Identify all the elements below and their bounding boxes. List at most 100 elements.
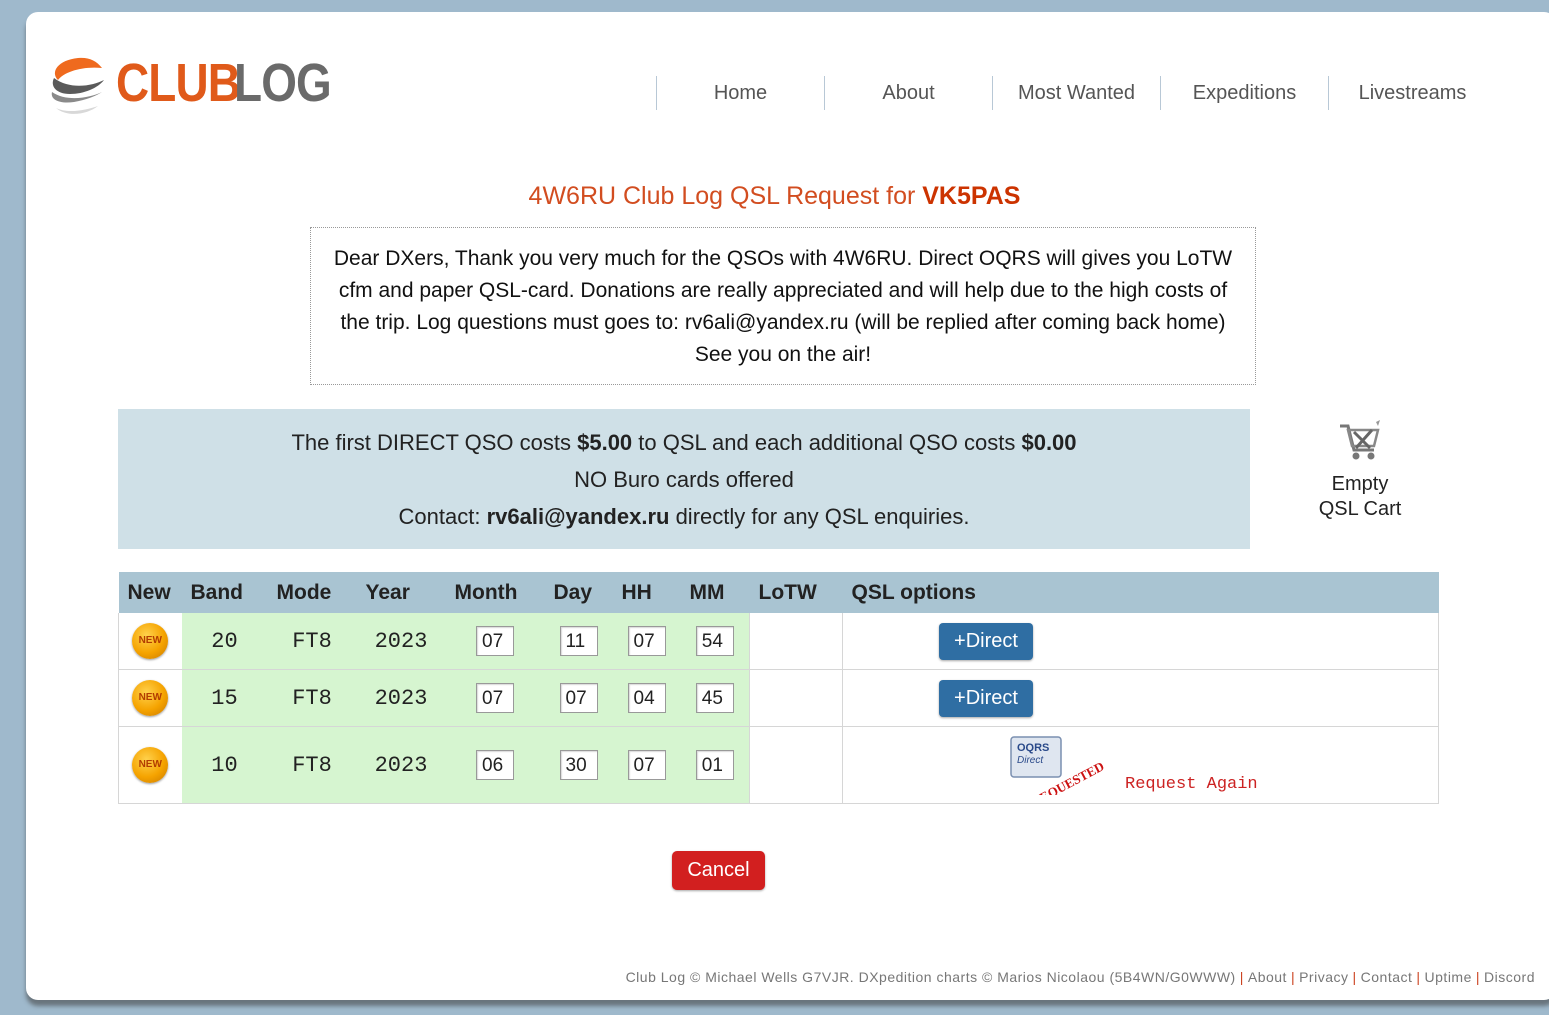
mm-field[interactable]: 45 (695, 683, 734, 713)
logo-text-club: CLUB (116, 53, 241, 113)
qsl-options-cell: OQRS Direct REQUESTED Request Again (842, 726, 1439, 804)
hh-field[interactable]: 04 (627, 683, 666, 713)
mode-cell: FT8 (267, 613, 357, 670)
day-cell: 11 (544, 613, 613, 670)
mm-cell: 54 (680, 613, 750, 670)
pricing-text-b: to QSL and each additional QSO costs (632, 430, 1022, 455)
col-year: Year (356, 572, 446, 613)
hh-field[interactable]: 07 (627, 626, 666, 656)
first-qso-cost: $5.00 (577, 430, 633, 455)
hh-cell: 04 (612, 669, 681, 727)
table-row: NEW 20 FT8 2023 07 11 07 54 +Direct (118, 613, 1439, 670)
hh-cell: 07 (612, 726, 681, 804)
svg-text:OQRS: OQRS (1017, 742, 1049, 754)
qsl-cart[interactable]: Empty QSL Cart (1300, 418, 1420, 522)
pricing-text-a: The first DIRECT QSO costs (291, 430, 578, 455)
clublog-logo[interactable]: CLUB LOG (48, 52, 348, 132)
mm-cell: 45 (680, 669, 750, 727)
day-cell: 07 (544, 669, 613, 727)
mode-cell: FT8 (267, 726, 357, 804)
add-direct-button[interactable]: +Direct (939, 622, 1033, 660)
nav-most-wanted[interactable]: Most Wanted (992, 76, 1160, 110)
svg-text:Direct: Direct (1017, 755, 1044, 766)
pricing-line-2: NO Buro cards offered (574, 467, 794, 492)
footer-link-discord[interactable]: Discord (1484, 969, 1535, 985)
contact-prefix: Contact: (398, 504, 487, 529)
col-band: Band (181, 572, 268, 613)
footer-link-privacy[interactable]: Privacy (1299, 969, 1348, 985)
mm-field[interactable]: 01 (695, 750, 734, 780)
band-cell: 10 (181, 726, 268, 804)
year-cell: 2023 (356, 613, 446, 670)
logo-swirl-icon (51, 57, 104, 114)
band-cell: 20 (181, 613, 268, 670)
qsl-options-cell: +Direct (842, 613, 1439, 670)
col-qsl-options: QSL options (842, 572, 1439, 613)
cart-label-2: QSL Cart (1318, 498, 1402, 520)
month-field[interactable]: 07 (476, 683, 514, 713)
table-row: NEW 10 FT8 2023 06 30 07 01 OQRS Direct … (118, 726, 1439, 804)
title-callsign: VK5PAS (922, 182, 1021, 210)
new-badge-icon: NEW (132, 747, 169, 783)
new-badge-icon: NEW (132, 623, 169, 659)
add-direct-button[interactable]: +Direct (939, 679, 1033, 717)
col-new: New (118, 572, 182, 613)
pricing-line-3: Contact: rv6ali@yandex.ru directly for a… (118, 498, 1250, 535)
dxpedition-notice: Dear DXers, Thank you very much for the … (310, 227, 1256, 385)
lotw-cell (749, 613, 843, 670)
hh-cell: 07 (612, 613, 681, 670)
request-again-link[interactable]: Request Again (1125, 775, 1258, 794)
col-mm: MM (680, 572, 750, 613)
nav-home[interactable]: Home (656, 76, 824, 110)
nav-about[interactable]: About (824, 76, 992, 110)
col-month: Month (445, 572, 545, 613)
new-cell: NEW (118, 726, 182, 804)
month-cell: 07 (445, 613, 545, 670)
day-field[interactable]: 07 (559, 683, 598, 713)
cart-icon (1340, 420, 1380, 460)
footer-separator: | (1290, 969, 1296, 985)
col-day: Day (544, 572, 613, 613)
table-header-row: New Band Mode Year Month Day HH MM LoTW … (118, 572, 1439, 613)
col-lotw: LoTW (749, 572, 843, 613)
mode-cell: FT8 (267, 669, 357, 727)
contact-suffix: directly for any QSL enquiries. (669, 504, 970, 529)
month-field[interactable]: 07 (476, 626, 514, 656)
footer-link-contact[interactable]: Contact (1361, 969, 1413, 985)
day-field[interactable]: 11 (559, 626, 598, 656)
new-cell: NEW (118, 669, 182, 727)
footer-separator: | (1352, 969, 1357, 985)
month-field[interactable]: 06 (476, 750, 514, 780)
lotw-cell (749, 726, 843, 804)
contact-email[interactable]: rv6ali@yandex.ru (487, 504, 670, 529)
footer-link-uptime[interactable]: Uptime (1425, 969, 1472, 985)
footer-credit: Club Log © Michael Wells G7VJR. DXpediti… (625, 969, 1236, 985)
month-cell: 06 (445, 726, 545, 804)
nav-expeditions[interactable]: Expeditions (1160, 76, 1328, 110)
col-hh: HH (612, 572, 681, 613)
year-cell: 2023 (356, 726, 446, 804)
footer-separator: | (1475, 969, 1481, 985)
day-field[interactable]: 30 (559, 750, 598, 780)
day-cell: 30 (544, 726, 613, 804)
qso-table: New Band Mode Year Month Day HH MM LoTW … (118, 572, 1439, 804)
logo-text-log: LOG (234, 53, 332, 113)
footer-link-about[interactable]: About (1248, 969, 1287, 985)
mm-field[interactable]: 54 (695, 626, 734, 656)
additional-qso-cost: $0.00 (1021, 430, 1077, 455)
nav-livestreams[interactable]: Livestreams (1328, 76, 1496, 110)
footer-separator: | (1239, 969, 1244, 985)
year-cell: 2023 (356, 669, 446, 727)
cart-label-1: Empty (1331, 473, 1389, 495)
col-mode: Mode (267, 572, 357, 613)
cancel-button[interactable]: Cancel (672, 851, 765, 890)
page-title: 4W6RU Club Log QSL Request for VK5PAS (0, 182, 1549, 211)
new-badge-icon: NEW (132, 680, 169, 716)
hh-field[interactable]: 07 (627, 750, 666, 780)
oqrs-requested-stamp-icon: OQRS Direct REQUESTED (1010, 736, 1107, 795)
pricing-box: The first DIRECT QSO costs $5.00 to QSL … (118, 409, 1250, 549)
mm-cell: 01 (680, 726, 750, 804)
table-row: NEW 15 FT8 2023 07 07 04 45 +Direct (118, 669, 1439, 727)
footer-separator: | (1416, 969, 1421, 985)
band-cell: 15 (181, 669, 268, 727)
